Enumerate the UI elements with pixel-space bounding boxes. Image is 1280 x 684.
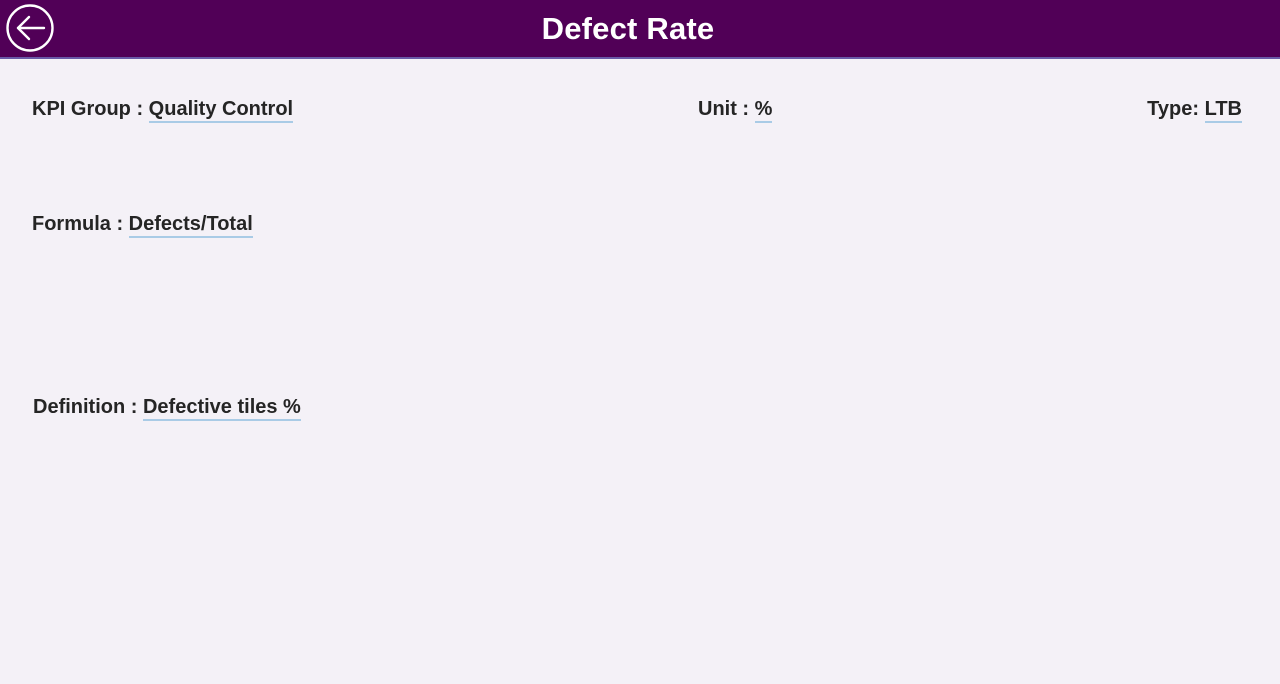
type-field: Type: LTB <box>1147 98 1242 123</box>
type-value: LTB <box>1204 98 1242 123</box>
unit-field: Unit : % <box>698 98 773 123</box>
page-title: Defect Rate <box>541 11 715 46</box>
kpi-group-value: Quality Control <box>148 98 294 123</box>
definition-value: Defective tiles % <box>142 396 301 421</box>
kpi-group-field: KPI Group : Quality Control <box>32 98 294 123</box>
unit-value: % <box>754 98 773 123</box>
formula-field: Formula : Defects/Total <box>32 213 253 238</box>
definition-label: Definition : <box>33 396 143 418</box>
formula-label: Formula : <box>32 213 129 235</box>
type-label: Type: <box>1147 98 1205 120</box>
header-bar: Defect Rate <box>0 0 1280 59</box>
unit-label: Unit : <box>698 98 755 120</box>
formula-value: Defects/Total <box>128 213 253 238</box>
definition-field: Definition : Defective tiles % <box>33 396 301 421</box>
kpi-group-label: KPI Group : <box>32 98 149 120</box>
